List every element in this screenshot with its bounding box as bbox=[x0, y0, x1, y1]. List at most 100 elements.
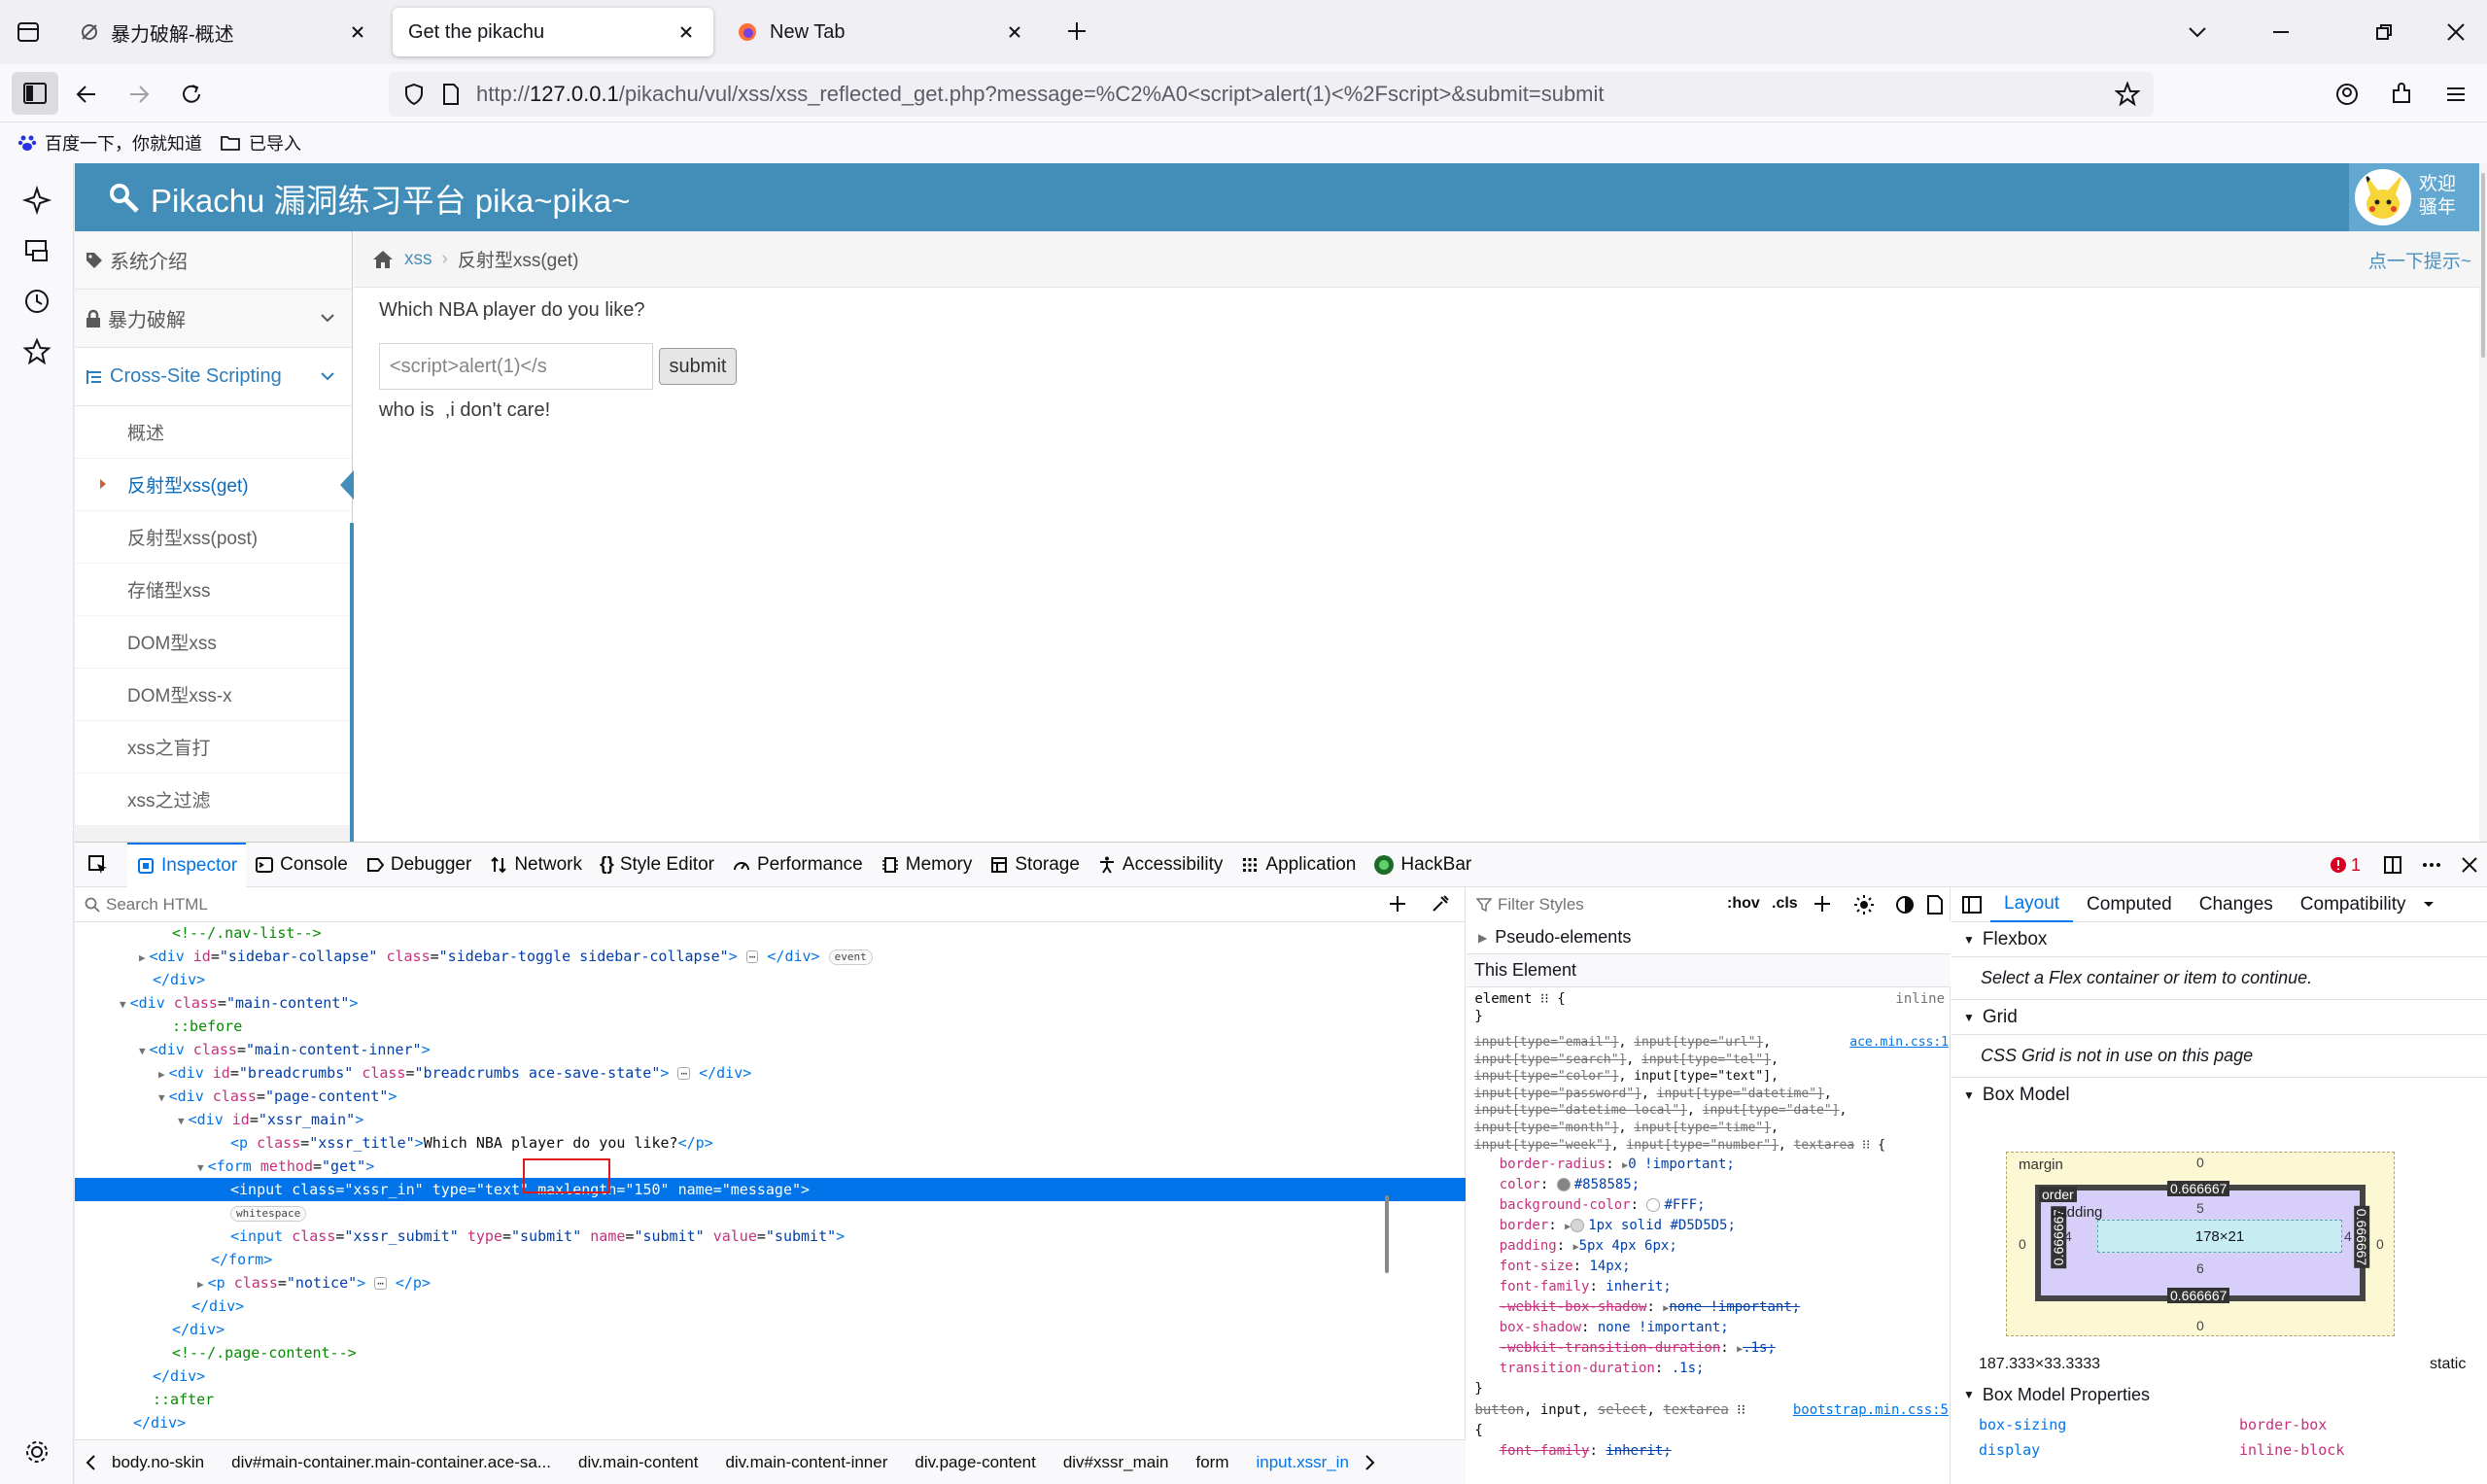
breadcrumb-link-xss[interactable]: xss bbox=[404, 249, 432, 270]
ai-sparkle-icon[interactable] bbox=[21, 185, 52, 216]
close-icon[interactable] bbox=[1003, 20, 1026, 44]
error-count[interactable]: 1 bbox=[2330, 855, 2361, 876]
tab-computed[interactable]: Computed bbox=[2073, 887, 2186, 922]
submit-button[interactable]: submit bbox=[659, 348, 737, 385]
rule-selector[interactable]: input[type="week"], input[type="number"]… bbox=[1467, 1137, 1951, 1155]
sub-item-blind[interactable]: xss之盲打 bbox=[75, 721, 352, 774]
box-model-section-header[interactable]: ▼ Box Model bbox=[1952, 1078, 2487, 1113]
dom-crumb[interactable]: div.main-content-inner bbox=[725, 1453, 887, 1472]
dom-node-row[interactable]: </div> bbox=[75, 1364, 1466, 1388]
element-picker-icon[interactable] bbox=[75, 843, 127, 887]
bookmark-star-icon[interactable] bbox=[2115, 82, 2140, 107]
hint-link[interactable]: 点一下提示~ bbox=[2368, 247, 2471, 273]
settings-gear-icon[interactable] bbox=[21, 1436, 52, 1467]
add-rule-icon[interactable] bbox=[1813, 894, 1832, 914]
crumb-scroll-right-icon[interactable] bbox=[1364, 1454, 1376, 1471]
dom-node-row[interactable]: ▼ <div class="main-content-inner"> bbox=[75, 1038, 1466, 1061]
minimize-icon[interactable] bbox=[2270, 21, 2292, 43]
tab-hackbar[interactable]: HackBar bbox=[1364, 843, 1480, 887]
dom-crumb[interactable]: div#main-container.main-container.ace-sa… bbox=[231, 1453, 551, 1472]
filter-styles-input[interactable]: Filter Styles bbox=[1498, 895, 1584, 915]
dom-crumb[interactable]: div.page-content bbox=[915, 1453, 1035, 1472]
restore-icon[interactable] bbox=[2373, 21, 2395, 43]
dom-crumb[interactable]: input.xssr_in bbox=[1256, 1453, 1348, 1472]
tab-layout[interactable]: Layout bbox=[1990, 887, 2074, 922]
synced-tabs-icon[interactable] bbox=[21, 235, 52, 266]
user-menu[interactable]: 欢迎 骚年 bbox=[2349, 163, 2487, 231]
dock-side-icon[interactable] bbox=[2382, 854, 2403, 876]
sub-item-dom-x[interactable]: DOM型xss-x bbox=[75, 669, 352, 721]
dom-node-row[interactable]: ▶ <div id="sidebar-collapse" class="sideb… bbox=[75, 945, 1466, 968]
pseudo-elements-header[interactable]: ▶ Pseudo-elements bbox=[1467, 921, 1951, 954]
add-node-icon[interactable] bbox=[1387, 893, 1408, 915]
new-tab-plus-icon[interactable] bbox=[1065, 19, 1088, 43]
tab-console[interactable]: Console bbox=[246, 843, 357, 887]
close-devtools-icon[interactable] bbox=[2460, 855, 2479, 875]
sidebar-toggle-icon[interactable] bbox=[1961, 895, 1983, 915]
tab-debugger[interactable]: Debugger bbox=[357, 843, 480, 887]
this-element-header[interactable]: This Element bbox=[1467, 954, 1951, 987]
message-input[interactable]: <script>alert(1)</s bbox=[379, 343, 653, 390]
print-media-icon[interactable] bbox=[1925, 894, 1945, 915]
dom-crumb[interactable]: div.main-content bbox=[578, 1453, 698, 1472]
dom-node-row[interactable]: ::after bbox=[75, 1388, 1466, 1411]
dom-node-row[interactable]: ▼ <div class="page-content"> bbox=[75, 1085, 1466, 1108]
box-model-content[interactable]: 178×21 bbox=[2097, 1220, 2342, 1253]
search-html-bar[interactable]: Search HTML bbox=[75, 887, 1466, 922]
close-icon[interactable] bbox=[346, 20, 369, 44]
dom-node-row[interactable]: ▶ <p class="notice"> ⋯ </p> bbox=[75, 1271, 1466, 1294]
cls-button[interactable]: .cls bbox=[1772, 895, 1798, 913]
css-declaration[interactable]: -webkit-box-shadow: ▶none !important; bbox=[1467, 1297, 1951, 1319]
dom-node-row[interactable]: </div> bbox=[75, 1294, 1466, 1318]
site-title[interactable]: Pikachu 漏洞练习平台 pika~pika~ bbox=[108, 175, 630, 222]
css-declaration[interactable]: padding: ▶5px 4px 6px; bbox=[1467, 1236, 1951, 1258]
dom-node-row[interactable]: ::before bbox=[75, 1015, 1466, 1038]
selected-node-row[interactable]: <input class="xssr_in" type="text" maxle… bbox=[75, 1178, 1466, 1201]
rule-selector[interactable]: input[type="email"], input[type="url"], a… bbox=[1467, 1034, 1951, 1052]
nav-item-xss[interactable]: Cross-Site Scripting bbox=[75, 348, 352, 406]
markup-scrollbar-thumb[interactable] bbox=[1385, 1195, 1389, 1273]
css-declaration[interactable]: background-color: #FFF; bbox=[1467, 1195, 1951, 1216]
dom-crumb[interactable]: form bbox=[1195, 1453, 1228, 1472]
rule-selector[interactable]: input[type="search"], input[type="tel"], bbox=[1467, 1052, 1951, 1069]
reload-icon[interactable] bbox=[179, 82, 204, 107]
page-icon[interactable] bbox=[441, 83, 461, 106]
account-icon[interactable] bbox=[2334, 82, 2360, 107]
tab-list-icon[interactable] bbox=[16, 19, 41, 45]
tab-memory[interactable]: Memory bbox=[872, 843, 982, 887]
tab-style-editor[interactable]: {} Style Editor bbox=[591, 843, 723, 887]
css-declaration[interactable]: transition-duration: .1s; bbox=[1467, 1359, 1951, 1379]
dom-node-row[interactable]: </div> bbox=[75, 1411, 1466, 1434]
sub-item-reflected-post[interactable]: 反射型xss(post) bbox=[75, 511, 352, 564]
more-options-icon[interactable] bbox=[2421, 854, 2442, 876]
tab-application[interactable]: Application bbox=[1231, 843, 1364, 887]
url-bar[interactable]: http://127.0.0.1/pikachu/vul/xss/xss_ref… bbox=[389, 72, 2154, 117]
rule-line[interactable]: } bbox=[1467, 1007, 1951, 1027]
hov-button[interactable]: :hov bbox=[1727, 895, 1760, 913]
eyedropper-icon[interactable] bbox=[1430, 893, 1451, 915]
back-icon[interactable] bbox=[74, 82, 99, 107]
dom-node-row[interactable]: ▼ <div class="main-content"> bbox=[75, 991, 1466, 1015]
dom-node-row[interactable]: <p class="xssr_title">Which NBA player d… bbox=[75, 1131, 1466, 1155]
sub-item-filter[interactable]: xss之过滤 bbox=[75, 774, 352, 826]
bookmark-baidu[interactable]: 百度一下，你就知道 bbox=[17, 130, 202, 155]
dom-node-row[interactable]: <!--/.nav-list--> bbox=[75, 921, 1466, 945]
dom-node-row[interactable]: whitespace bbox=[75, 1201, 1466, 1225]
light-scheme-icon[interactable] bbox=[1853, 894, 1875, 915]
url-text[interactable]: http://127.0.0.1/pikachu/vul/xss/xss_ref… bbox=[476, 82, 1605, 107]
css-declaration[interactable]: border-radius: ▶0 !important; bbox=[1467, 1155, 1951, 1176]
css-declaration[interactable]: font-size: 14px; bbox=[1467, 1257, 1951, 1277]
menu-icon[interactable] bbox=[2443, 82, 2469, 107]
window-close-icon[interactable] bbox=[2445, 21, 2467, 43]
css-declaration[interactable]: font-family: inherit; bbox=[1467, 1441, 1951, 1462]
tab-performance[interactable]: Performance bbox=[723, 843, 872, 887]
tab-inspector[interactable]: Inspector bbox=[127, 842, 247, 887]
tab-network[interactable]: Network bbox=[480, 843, 591, 887]
rule-selector[interactable]: input[type="month"], input[type="time"], bbox=[1467, 1120, 1951, 1137]
search-html-input[interactable]: Search HTML bbox=[106, 895, 208, 915]
dom-node-row[interactable]: ▼ <div id="xssr_main"> bbox=[75, 1108, 1466, 1131]
rule-selector[interactable]: input[type="password"], input[type="date… bbox=[1467, 1086, 1951, 1103]
rule-line[interactable]: { bbox=[1467, 1421, 1951, 1441]
home-icon[interactable] bbox=[371, 249, 395, 270]
dom-crumb[interactable]: body.no-skin bbox=[112, 1453, 204, 1472]
